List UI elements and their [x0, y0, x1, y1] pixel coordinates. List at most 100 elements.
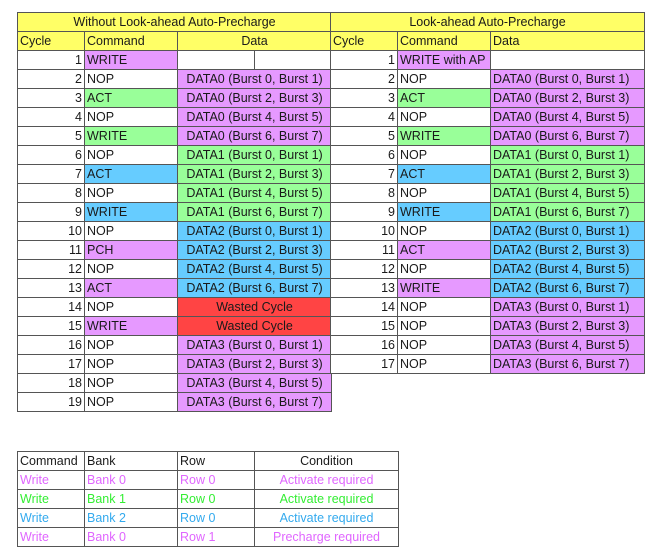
- cycle-cell: 8: [330, 183, 398, 203]
- data-cell: DATA2 (Burst 2, Burst 3): [489, 240, 646, 260]
- table-row: 1 WRITE: [17, 50, 333, 70]
- header-bank: Bank: [84, 451, 178, 471]
- data-cell: DATA3 (Burst 0, Burst 1): [176, 335, 333, 355]
- data-cell: DATA1 (Burst 6, Burst 7): [176, 202, 333, 222]
- data-cell: DATA2 (Burst 6, Burst 7): [489, 278, 646, 298]
- table-row: 6 NOP DATA1 (Burst 0, Burst 1): [330, 145, 646, 165]
- header-row: Cycle Command Data: [17, 31, 333, 51]
- table-row: 13 WRITE DATA2 (Burst 6, Burst 7): [330, 278, 646, 298]
- header-condition: Condition: [254, 451, 399, 471]
- data-cell: [489, 50, 646, 70]
- table-row: 3 ACT DATA0 (Burst 2, Burst 3): [330, 88, 646, 108]
- cycle-cell: 17: [17, 354, 85, 374]
- cycle-cell: 6: [330, 145, 398, 165]
- data-cell: DATA3 (Burst 6, Burst 7): [176, 392, 333, 412]
- cycle-cell: 4: [330, 107, 398, 127]
- legend-condition: Activate required: [254, 508, 399, 528]
- data-cell: DATA2 (Burst 6, Burst 7): [176, 278, 333, 298]
- cycle-cell: 10: [330, 221, 398, 241]
- data-cell: DATA2 (Burst 4, Burst 5): [176, 259, 333, 279]
- cycle-cell: 12: [330, 259, 398, 279]
- command-cell: NOP: [84, 183, 178, 203]
- cycle-cell: 4: [17, 107, 85, 127]
- command-cell: ACT: [397, 240, 491, 260]
- data-cell: DATA2 (Burst 4, Burst 5): [489, 259, 646, 279]
- data-cell: DATA0 (Burst 4, Burst 5): [176, 107, 333, 127]
- table-row: 14 NOP DATA3 (Burst 0, Burst 1): [330, 297, 646, 317]
- cycle-cell: 11: [330, 240, 398, 260]
- cycle-cell: 5: [330, 126, 398, 146]
- table-row: 3 ACT DATA0 (Burst 2, Burst 3): [17, 88, 333, 108]
- data-cell: DATA2 (Burst 0, Burst 1): [489, 221, 646, 241]
- table-row: 19 NOP DATA3 (Burst 6, Burst 7): [17, 392, 333, 412]
- legend-row-value: Row 0: [177, 489, 255, 509]
- cycle-cell: 15: [17, 316, 85, 336]
- data-cell: Wasted Cycle: [176, 297, 333, 317]
- data-cell: DATA3 (Burst 4, Burst 5): [176, 373, 333, 393]
- cycle-cell: 15: [330, 316, 398, 336]
- cycle-cell: 5: [17, 126, 85, 146]
- command-cell: NOP: [84, 69, 178, 89]
- header-cycle: Cycle: [330, 31, 398, 51]
- command-cell: NOP: [397, 316, 491, 336]
- table-row: 2 NOP DATA0 (Burst 0, Burst 1): [17, 69, 333, 89]
- command-cell: WRITE: [397, 278, 491, 298]
- table-row: 5 WRITE DATA0 (Burst 6, Burst 7): [330, 126, 646, 146]
- data-cell-empty: [253, 50, 333, 70]
- table-row: 1 WRITE with AP: [330, 50, 646, 70]
- cycle-cell: 8: [17, 183, 85, 203]
- header-row: Cycle Command Data: [330, 31, 646, 51]
- table-row: 7 ACT DATA1 (Burst 2, Burst 3): [330, 164, 646, 184]
- table-row: 4 NOP DATA0 (Burst 4, Burst 5): [17, 107, 333, 127]
- table-row: 11 ACT DATA2 (Burst 2, Burst 3): [330, 240, 646, 260]
- command-cell: NOP: [397, 354, 491, 374]
- data-cell: DATA3 (Burst 2, Burst 3): [176, 354, 333, 374]
- lookahead-table: Look-ahead Auto-Precharge Cycle Command …: [329, 12, 646, 374]
- cycle-cell: 16: [330, 335, 398, 355]
- legend-row: Write Bank 1 Row 0 Activate required: [17, 489, 399, 509]
- table-row: 18 NOP DATA3 (Burst 4, Burst 5): [17, 373, 333, 393]
- cycle-cell: 6: [17, 145, 85, 165]
- command-cell: NOP: [84, 107, 178, 127]
- cycle-cell: 13: [330, 278, 398, 298]
- cycle-cell: 18: [17, 373, 85, 393]
- cycle-cell: 9: [17, 202, 85, 222]
- header-command: Command: [397, 31, 491, 51]
- without-lookahead-table: Without Look-ahead Auto-Precharge Cycle …: [16, 12, 333, 412]
- legend-row-value: Row 0: [177, 508, 255, 528]
- data-cell: DATA3 (Burst 0, Burst 1): [489, 297, 646, 317]
- table-row: 6 NOP DATA1 (Burst 0, Burst 1): [17, 145, 333, 165]
- data-cell: DATA0 (Burst 6, Burst 7): [489, 126, 646, 146]
- command-cell: NOP: [84, 145, 178, 165]
- legend-bank: Bank 1: [84, 489, 178, 509]
- table-row: 8 NOP DATA1 (Burst 4, Burst 5): [330, 183, 646, 203]
- command-cell: NOP: [84, 354, 178, 374]
- command-cell: ACT: [397, 164, 491, 184]
- command-cell: WRITE: [84, 316, 178, 336]
- command-cell: ACT: [84, 278, 178, 298]
- table-row: 15 WRITE Wasted Cycle: [17, 316, 333, 336]
- cycle-cell: 1: [330, 50, 398, 70]
- cycle-cell: 1: [17, 50, 85, 70]
- command-cell: WRITE: [397, 202, 491, 222]
- legend-bank: Bank 0: [84, 527, 178, 547]
- data-cell: DATA1 (Burst 0, Burst 1): [489, 145, 646, 165]
- command-cell: NOP: [397, 221, 491, 241]
- data-cell: DATA1 (Burst 2, Burst 3): [489, 164, 646, 184]
- cycle-cell: 2: [17, 69, 85, 89]
- command-cell: NOP: [397, 297, 491, 317]
- cycle-cell: 2: [330, 69, 398, 89]
- table-row: 10 NOP DATA2 (Burst 0, Burst 1): [17, 221, 333, 241]
- cycle-cell: 17: [330, 354, 398, 374]
- table-title: Look-ahead Auto-Precharge: [329, 12, 646, 32]
- command-cell: WRITE: [397, 126, 491, 146]
- table-row: 8 NOP DATA1 (Burst 4, Burst 5): [17, 183, 333, 203]
- legend-row: Write Bank 2 Row 0 Activate required: [17, 508, 399, 528]
- data-cell: DATA3 (Burst 6, Burst 7): [489, 354, 646, 374]
- command-cell: NOP: [397, 335, 491, 355]
- header-row-col: Row: [177, 451, 255, 471]
- legend-bank: Bank 0: [84, 470, 178, 490]
- command-cell: NOP: [84, 259, 178, 279]
- cycle-cell: 7: [17, 164, 85, 184]
- command-cell: NOP: [84, 373, 178, 393]
